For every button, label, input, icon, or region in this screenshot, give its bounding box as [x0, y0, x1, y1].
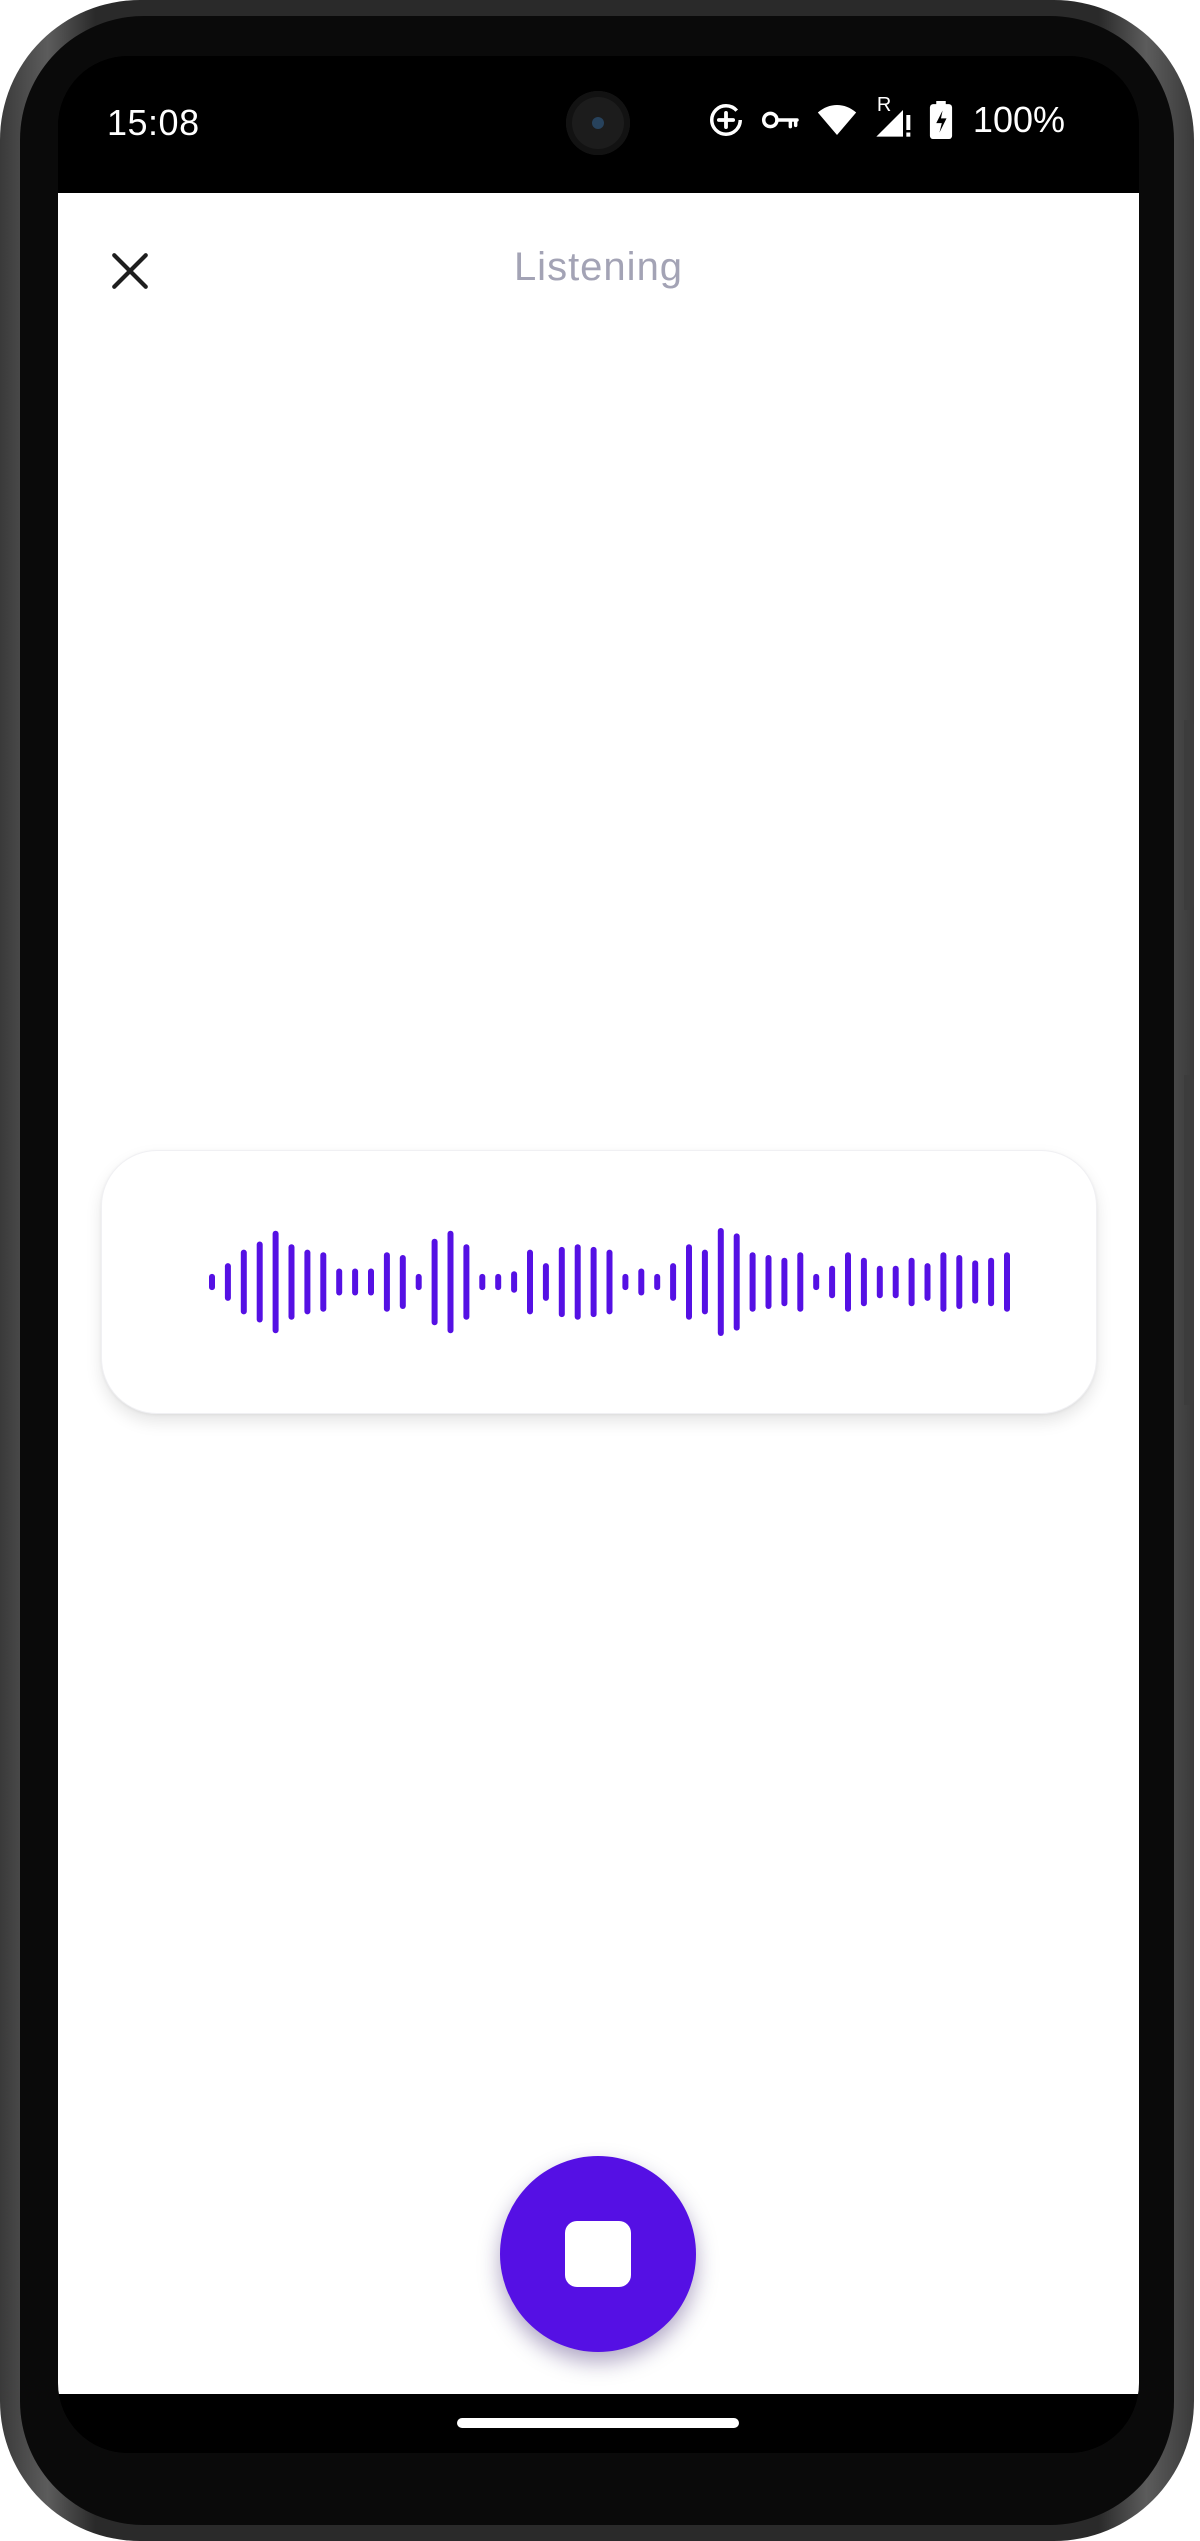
status-time: 15:08 [107, 102, 200, 143]
waveform-bar [781, 1257, 788, 1307]
waveform-bar [320, 1252, 327, 1312]
battery-percent: 100% [972, 99, 1065, 140]
waveform-bar [1004, 1252, 1010, 1312]
listening-screen: Listening [58, 193, 1139, 2394]
waveform-bar [415, 1273, 422, 1291]
waveform-bar [845, 1252, 851, 1312]
vpn-key-icon [761, 107, 801, 133]
stop-recording-button[interactable] [500, 2156, 696, 2352]
navigation-bar [58, 2394, 1139, 2453]
waveform-bar [383, 1252, 390, 1312]
wifi-icon [817, 103, 857, 137]
waveform-bar [558, 1246, 565, 1318]
waveform-bar [288, 1244, 295, 1320]
waveform-card [101, 1150, 1097, 1414]
waveform-bar [256, 1241, 263, 1323]
waveform-bar [654, 1273, 661, 1291]
waveform-bar [670, 1263, 677, 1301]
waveform-bar [876, 1265, 883, 1299]
waveform-bar [686, 1244, 692, 1320]
waveform-bar [479, 1273, 486, 1291]
waveform-bar [908, 1257, 915, 1307]
waveform-bar [495, 1273, 502, 1291]
waveform-bar [892, 1265, 899, 1299]
battery-charging-icon [929, 101, 953, 139]
waveform-bar [797, 1252, 804, 1312]
signal-roaming-icon: R [873, 94, 913, 140]
waveform-bar [272, 1230, 279, 1334]
screen: 15:08 R 100% Listening [58, 56, 1139, 2453]
waveform-bar [399, 1255, 406, 1309]
waveform-bar [447, 1230, 454, 1334]
waveform-bar [463, 1244, 470, 1320]
data-saver-icon [707, 101, 745, 139]
waveform-bar [542, 1263, 549, 1301]
waveform-bar [606, 1249, 613, 1315]
waveform-bar [527, 1249, 533, 1315]
waveform-bar [574, 1244, 581, 1320]
status-bar: 15:08 R 100% [58, 56, 1139, 193]
front-camera [566, 91, 630, 155]
waveform-bar [638, 1268, 645, 1296]
waveform-bar [240, 1249, 247, 1315]
page-title: Listening [513, 245, 684, 289]
roaming-label: R [876, 94, 892, 116]
waveform-bar [860, 1257, 867, 1307]
power-button [1184, 720, 1194, 910]
audio-waveform [209, 1228, 1010, 1336]
waveform-bar [511, 1271, 518, 1293]
waveform-bar [209, 1273, 215, 1291]
waveform-bar [701, 1249, 708, 1315]
volume-button [1184, 1075, 1194, 1405]
waveform-bar [717, 1228, 724, 1336]
status-icons: R 100% [707, 94, 1065, 144]
waveform-bar [336, 1268, 343, 1296]
waveform-bar [304, 1249, 311, 1315]
waveform-bar [224, 1263, 231, 1301]
waveform-bar [956, 1255, 963, 1309]
phone-frame: 15:08 R 100% Listening [0, 0, 1194, 2541]
waveform-bar [590, 1246, 597, 1318]
waveform-bar [733, 1233, 740, 1331]
waveform-bar [352, 1268, 359, 1296]
waveform-bar [924, 1263, 931, 1301]
waveform-bar [829, 1265, 836, 1299]
waveform-bar [368, 1268, 374, 1296]
device-screenshot: 15:08 R 100% Listening [0, 0, 1200, 2541]
waveform-bar [431, 1238, 438, 1326]
waveform-bar [622, 1273, 629, 1291]
waveform-bar [749, 1252, 756, 1312]
stop-icon [565, 2221, 631, 2287]
waveform-bar [988, 1257, 995, 1307]
waveform-bar [940, 1252, 947, 1312]
waveform-bar [972, 1260, 979, 1304]
waveform-bar [765, 1255, 772, 1309]
waveform-bar [813, 1273, 820, 1291]
home-indicator[interactable] [457, 2418, 739, 2428]
